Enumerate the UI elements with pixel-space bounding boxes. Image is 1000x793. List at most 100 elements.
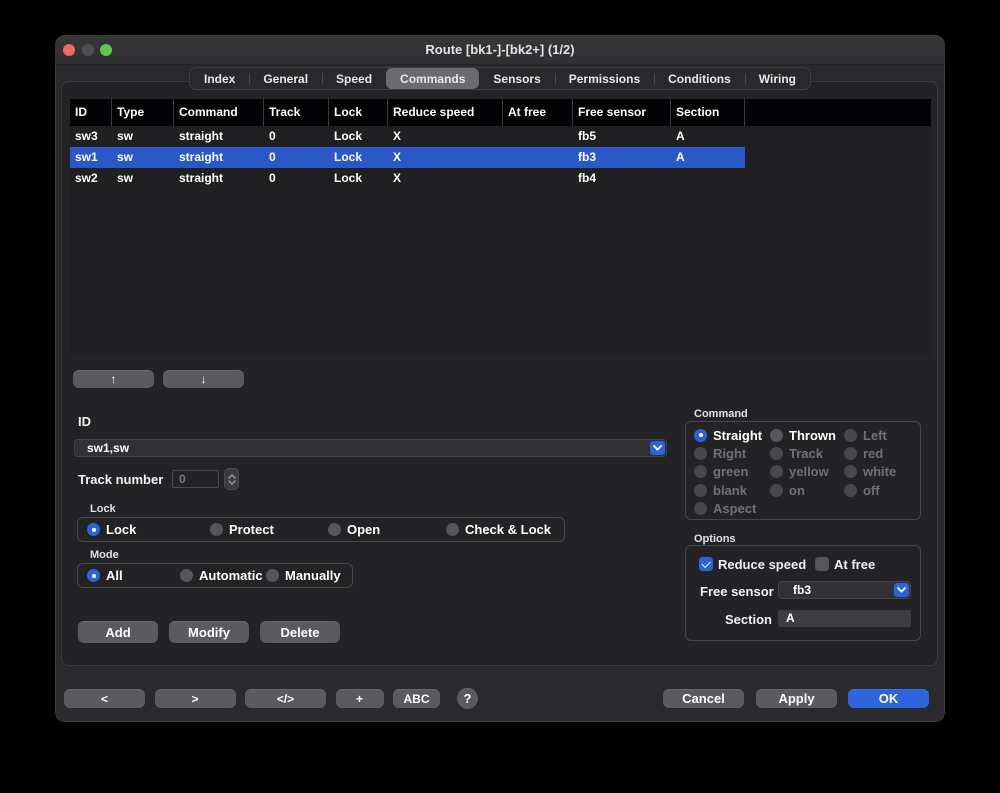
command-radio-left[interactable]: Left xyxy=(844,428,920,443)
tab-general[interactable]: General xyxy=(249,68,322,89)
table-row-sw3[interactable]: sw3swstraight0LockXfb5A xyxy=(70,126,745,147)
help-button[interactable]: ? xyxy=(457,688,478,709)
command-radio-white[interactable]: white xyxy=(844,464,920,479)
lock-radio-label: Open xyxy=(347,522,380,537)
track-number-label: Track number xyxy=(78,472,163,487)
radio-icon xyxy=(770,465,783,478)
command-radio-label: off xyxy=(863,483,880,498)
radio-icon xyxy=(844,447,857,460)
table-cell: X xyxy=(388,168,503,189)
table-cell: 0 xyxy=(264,126,329,147)
command-radio-aspect[interactable]: Aspect xyxy=(694,501,770,516)
title-bar[interactable]: Route [bk1-]-[bk2+] (1/2) xyxy=(55,35,945,65)
free-sensor-combobox[interactable]: fb3 xyxy=(778,581,911,599)
cancel-button[interactable]: Cancel xyxy=(663,689,744,708)
command-radio-label: Aspect xyxy=(713,501,756,516)
table-cell: sw xyxy=(112,126,174,147)
nav-button-prev[interactable]: < xyxy=(64,689,145,708)
command-radio-straight[interactable]: Straight xyxy=(694,428,770,443)
lock-radio-check-lock[interactable]: Check & Lock xyxy=(446,522,551,537)
command-radio-blank[interactable]: blank xyxy=(694,483,770,498)
radio-icon xyxy=(694,484,707,497)
column-header-section[interactable]: Section xyxy=(671,99,745,126)
free-sensor-label: Free sensor xyxy=(700,584,774,599)
track-number-field[interactable]: 0 xyxy=(172,470,219,488)
mode-radio-group: AllAutomaticManually xyxy=(77,563,353,588)
move-down-button[interactable]: ↓ xyxy=(163,370,244,388)
command-radio-red[interactable]: red xyxy=(844,446,920,461)
table-cell: A xyxy=(671,147,745,168)
nav-button-abc[interactable]: ABC xyxy=(393,689,440,708)
nav-button-plus[interactable]: + xyxy=(336,689,384,708)
tab-index[interactable]: Index xyxy=(190,68,249,89)
lock-radio-protect[interactable]: Protect xyxy=(210,522,328,537)
tab-commands[interactable]: Commands xyxy=(386,68,479,89)
at-free-label: At free xyxy=(834,557,875,572)
track-number-stepper[interactable] xyxy=(224,468,239,490)
delete-button[interactable]: Delete xyxy=(260,621,340,643)
column-header-lock[interactable]: Lock xyxy=(329,99,388,126)
command-radio-label: on xyxy=(789,483,805,498)
command-radio-right[interactable]: Right xyxy=(694,446,770,461)
options-group: Reduce speed At free Free sensor fb3 Sec… xyxy=(685,545,921,641)
tab-conditions[interactable]: Conditions xyxy=(654,68,745,89)
desktop-background: Route [bk1-]-[bk2+] (1/2) IndexGeneralSp… xyxy=(0,0,1000,793)
mode-radio-manually[interactable]: Manually xyxy=(266,568,341,583)
reduce-speed-checkbox[interactable] xyxy=(699,557,713,571)
add-button[interactable]: Add xyxy=(78,621,158,643)
modify-button[interactable]: Modify xyxy=(169,621,249,643)
id-combobox[interactable]: sw1,sw xyxy=(74,439,667,457)
at-free-checkbox[interactable] xyxy=(815,557,829,571)
command-radio-yellow[interactable]: yellow xyxy=(770,464,844,479)
mode-radio-all[interactable]: All xyxy=(87,568,180,583)
free-sensor-dropdown-button[interactable] xyxy=(894,583,909,597)
radio-icon xyxy=(770,429,783,442)
table-cell: sw xyxy=(112,168,174,189)
command-radio-label: yellow xyxy=(789,464,829,479)
column-header-at-free[interactable]: At free xyxy=(503,99,573,126)
radio-icon xyxy=(446,523,459,536)
column-header-reduce-speed[interactable]: Reduce speed xyxy=(388,99,503,126)
table-cell xyxy=(503,126,573,147)
command-radio-label: white xyxy=(863,464,896,479)
mode-radio-automatic[interactable]: Automatic xyxy=(180,568,266,583)
table-cell xyxy=(503,147,573,168)
arrow-down-icon: ↓ xyxy=(201,372,207,386)
command-radio-green[interactable]: green xyxy=(694,464,770,479)
command-radio-thrown[interactable]: Thrown xyxy=(770,428,844,443)
commands-table[interactable]: IDTypeCommandTrackLockReduce speedAt fre… xyxy=(70,99,931,356)
id-combobox-dropdown-button[interactable] xyxy=(650,441,665,455)
table-header: IDTypeCommandTrackLockReduce speedAt fre… xyxy=(70,99,931,126)
lock-radio-open[interactable]: Open xyxy=(328,522,446,537)
table-row-sw2[interactable]: sw2swstraight0LockXfb4 xyxy=(70,168,745,189)
column-header-track[interactable]: Track xyxy=(264,99,329,126)
tab-speed[interactable]: Speed xyxy=(322,68,386,89)
command-radio-off[interactable]: off xyxy=(844,483,920,498)
command-group-label: Command xyxy=(694,408,748,420)
column-header-free-sensor[interactable]: Free sensor xyxy=(573,99,671,126)
tab-wiring[interactable]: Wiring xyxy=(745,68,810,89)
apply-button[interactable]: Apply xyxy=(756,689,837,708)
table-cell: 0 xyxy=(264,168,329,189)
column-header-command[interactable]: Command xyxy=(174,99,264,126)
nav-button-next[interactable]: > xyxy=(155,689,236,708)
chevron-down-icon xyxy=(653,445,662,451)
command-radio-on[interactable]: on xyxy=(770,483,844,498)
chevron-up-icon xyxy=(228,474,236,479)
nav-button-xml[interactable]: </> xyxy=(245,689,326,708)
nav-buttons: < > </> + ABC xyxy=(64,689,440,708)
table-row-sw1[interactable]: sw1swstraight0LockXfb3A xyxy=(70,147,745,168)
lock-radio-label: Check & Lock xyxy=(465,522,551,537)
lock-radio-lock[interactable]: Lock xyxy=(87,522,210,537)
section-field[interactable]: A xyxy=(778,610,911,627)
command-radio-label: red xyxy=(863,446,883,461)
column-header-id[interactable]: ID xyxy=(70,99,112,126)
move-up-button[interactable]: ↑ xyxy=(73,370,154,388)
command-radio-track[interactable]: Track xyxy=(770,446,844,461)
chevron-down-icon xyxy=(228,480,236,485)
tab-permissions[interactable]: Permissions xyxy=(555,68,654,89)
table-cell: fb5 xyxy=(573,126,671,147)
tab-sensors[interactable]: Sensors xyxy=(479,68,554,89)
column-header-type[interactable]: Type xyxy=(112,99,174,126)
ok-button[interactable]: OK xyxy=(848,689,929,708)
